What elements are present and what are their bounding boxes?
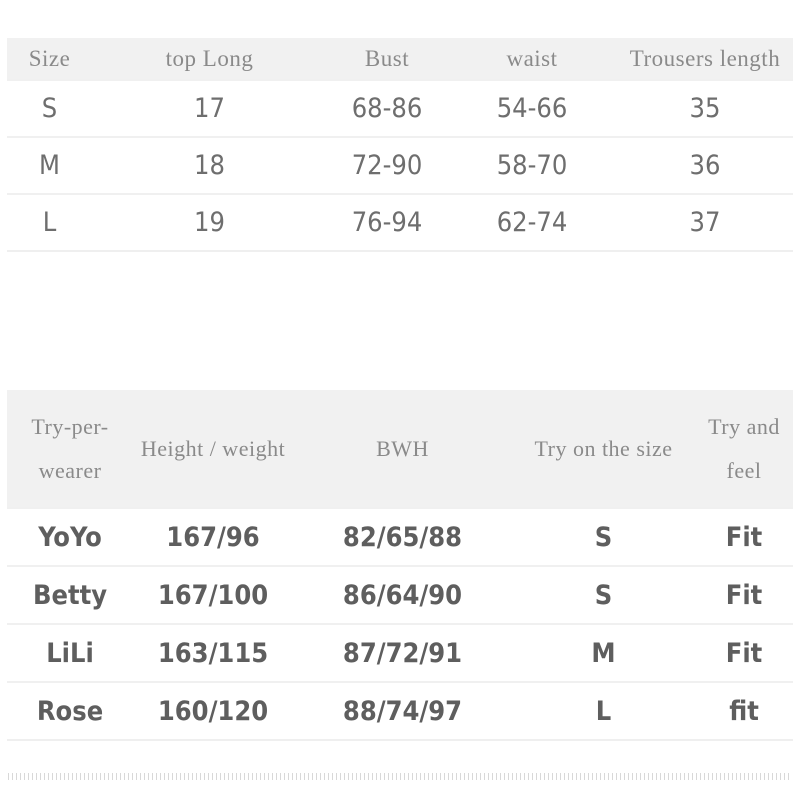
try-on-header-bwh: BWH (376, 435, 429, 461)
try-on-header-wearer: Try-per-wearer (31, 413, 109, 483)
size-chart-cell-waist: 62-74 (447, 193, 617, 251)
rule-segment (327, 250, 447, 253)
try-on-cell-height-weight: 163/115 (133, 623, 293, 682)
try-on-cell-feel: Fit (695, 507, 793, 566)
size-chart-cell-trousers-length: 35 (617, 79, 793, 137)
try-on-cell-size: M (512, 623, 695, 682)
try-on-cell-bwh: 88/74/97 (293, 681, 512, 740)
table-row: S 17 68-86 54-66 35 (7, 79, 793, 137)
table-row: YoYo 167/96 82/65/88 S Fit (7, 507, 793, 566)
size-chart-cell-waist: 58-70 (447, 136, 617, 194)
try-on-cell-height-weight: 160/120 (133, 681, 293, 740)
try-on-cell-wearer: YoYo (7, 507, 133, 566)
rule-segment (133, 739, 293, 742)
try-on-cell-size: L (512, 681, 695, 740)
size-chart-header-waist: waist (506, 45, 558, 71)
try-on-header-feel: Try and feel (708, 413, 780, 483)
try-on-chart-header-row: Try-per-wearer Height / weight BWH Try o… (7, 390, 793, 508)
page-root: Size top Long Bust waist Trousers length… (0, 0, 800, 800)
rule-segment (7, 739, 133, 742)
size-chart-header-size: Size (28, 45, 71, 71)
rule-segment (92, 250, 327, 253)
size-chart-header-top-long: top Long (165, 45, 254, 71)
rule-segment (512, 739, 695, 742)
try-on-cell-wearer: Rose (7, 681, 133, 740)
size-chart-header-trousers-length: Trousers length (629, 45, 781, 71)
table-row: M 18 72-90 58-70 36 (7, 136, 793, 194)
try-on-cell-bwh: 86/64/90 (293, 565, 512, 624)
rule-segment (293, 739, 512, 742)
try-on-cell-feel: Fit (695, 623, 793, 682)
try-on-cell-feel: fit (695, 681, 793, 740)
size-chart-table: Size top Long Bust waist Trousers length… (7, 38, 793, 253)
rule-segment (695, 739, 793, 742)
size-chart-header-bust: Bust (364, 45, 410, 71)
size-chart-bottom-rule (7, 250, 793, 253)
try-on-chart-table: Try-per-wearer Height / weight BWH Try o… (7, 390, 793, 742)
try-on-cell-size: S (512, 565, 695, 624)
try-on-header-height-weight: Height / weight (140, 435, 286, 461)
try-on-chart-bottom-rule (7, 739, 793, 742)
size-chart-cell-top-long: 17 (92, 79, 327, 137)
size-chart-cell-trousers-length: 37 (617, 193, 793, 251)
size-chart-cell-waist: 54-66 (447, 79, 617, 137)
size-chart-cell-top-long: 18 (92, 136, 327, 194)
bottom-dashed-divider (8, 773, 792, 780)
size-chart-cell-size: M (7, 136, 92, 194)
try-on-cell-size: S (512, 507, 695, 566)
size-chart-cell-size: L (7, 193, 92, 251)
try-on-cell-wearer: Betty (7, 565, 133, 624)
table-row: L 19 76-94 62-74 37 (7, 193, 793, 251)
rule-segment (7, 250, 92, 253)
table-row: LiLi 163/115 87/72/91 M Fit (7, 623, 793, 682)
rule-segment (617, 250, 793, 253)
size-chart-cell-bust: 72-90 (327, 136, 447, 194)
size-chart-cell-trousers-length: 36 (617, 136, 793, 194)
size-chart-cell-size: S (7, 79, 92, 137)
try-on-cell-height-weight: 167/96 (133, 507, 293, 566)
size-chart-cell-top-long: 19 (92, 193, 327, 251)
try-on-cell-wearer: LiLi (7, 623, 133, 682)
rule-segment (447, 250, 617, 253)
table-row: Rose 160/120 88/74/97 L fit (7, 681, 793, 740)
try-on-cell-feel: Fit (695, 565, 793, 624)
try-on-cell-height-weight: 167/100 (133, 565, 293, 624)
size-chart-cell-bust: 68-86 (327, 79, 447, 137)
size-chart-cell-bust: 76-94 (327, 193, 447, 251)
size-chart-header-row: Size top Long Bust waist Trousers length (7, 38, 793, 80)
try-on-cell-bwh: 82/65/88 (293, 507, 512, 566)
try-on-header-size: Try on the size (534, 435, 673, 461)
try-on-cell-bwh: 87/72/91 (293, 623, 512, 682)
table-row: Betty 167/100 86/64/90 S Fit (7, 565, 793, 624)
